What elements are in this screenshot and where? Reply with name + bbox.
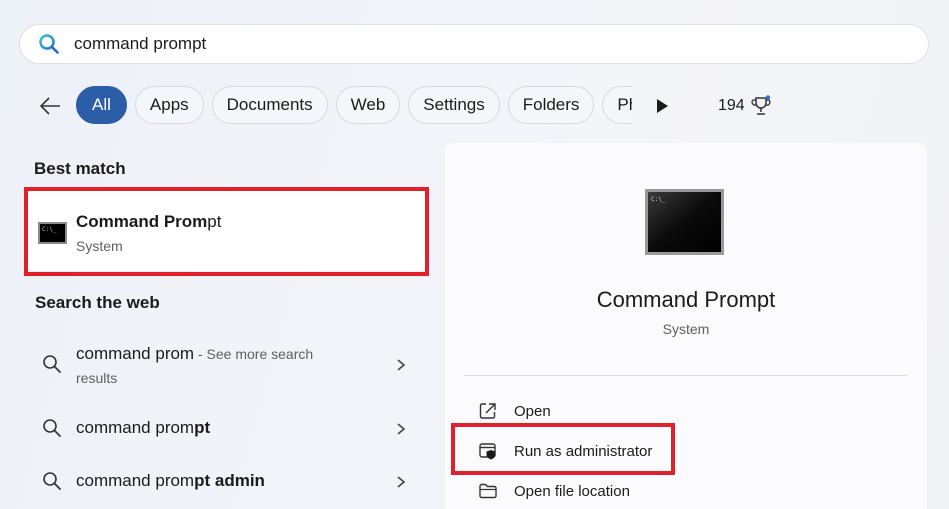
web-result-text: command prom - See more search (76, 344, 314, 363)
points-value: 194 (718, 97, 745, 114)
best-match-heading: Best match (34, 159, 126, 178)
run-as-administrator-action[interactable]: Run as administrator (478, 439, 652, 463)
more-filters-button[interactable] (652, 96, 672, 116)
open-file-location-action[interactable]: Open file location (478, 479, 630, 503)
svg-text:C:\_: C:\_ (42, 226, 57, 233)
web-result-item[interactable]: command prompt admin (27, 467, 425, 497)
rewards-points[interactable]: 194 (718, 95, 771, 117)
open-file-location-label: Open file location (514, 482, 630, 500)
open-action[interactable]: Open (478, 399, 551, 423)
svg-text:C:\_: C:\_ (651, 196, 666, 203)
open-external-icon (478, 401, 498, 421)
web-result-text: command prompt admin (76, 471, 265, 490)
chevron-right-icon (397, 423, 406, 435)
detail-title: Command Prompt (596, 287, 776, 312)
chevron-right-icon (397, 476, 406, 488)
web-result-item[interactable]: command prom - See more search results (27, 340, 425, 392)
chip-folders[interactable]: Folders (507, 86, 595, 124)
chevron-right-icon (397, 359, 406, 371)
web-result-text-more: results (76, 370, 118, 386)
play-icon (657, 99, 668, 113)
search-input[interactable] (74, 34, 774, 54)
chip-settings[interactable]: Settings (408, 86, 500, 124)
chip-web[interactable]: Web (335, 86, 401, 124)
search-icon (43, 419, 61, 437)
trophy-icon (751, 95, 771, 115)
command-prompt-icon: C:\_ (38, 222, 67, 244)
chip-documents[interactable]: Documents (211, 86, 328, 124)
search-web-heading: Search the web (35, 293, 160, 312)
shield-window-icon (478, 441, 498, 461)
search-icon (38, 33, 60, 55)
best-match-subtitle: System (76, 238, 123, 254)
chip-apps[interactable]: Apps (134, 86, 204, 124)
back-button[interactable] (36, 92, 64, 120)
chip-all[interactable]: All (76, 86, 127, 124)
folder-icon (478, 481, 498, 501)
filter-chips: All Apps Documents Web Settings Folders … (76, 86, 632, 126)
chip-photos[interactable]: Pho (602, 86, 632, 124)
search-box[interactable] (19, 24, 929, 64)
best-match-item[interactable]: C:\_ Command Prompt System (27, 191, 425, 271)
command-prompt-large-icon: C:\_ (645, 189, 724, 255)
best-match-title: Command Prompt (76, 212, 222, 231)
divider (464, 375, 907, 376)
back-arrow-icon (39, 97, 60, 115)
search-icon (43, 355, 61, 373)
open-label: Open (514, 402, 551, 420)
search-icon (43, 472, 61, 490)
detail-subtitle: System (662, 321, 710, 337)
run-as-administrator-label: Run as administrator (514, 442, 653, 460)
web-result-text: command prompt (76, 418, 211, 437)
web-result-item[interactable]: command prompt (27, 414, 425, 444)
detail-pane: C:\_ Command Prompt System Open Run as a… (445, 143, 927, 509)
